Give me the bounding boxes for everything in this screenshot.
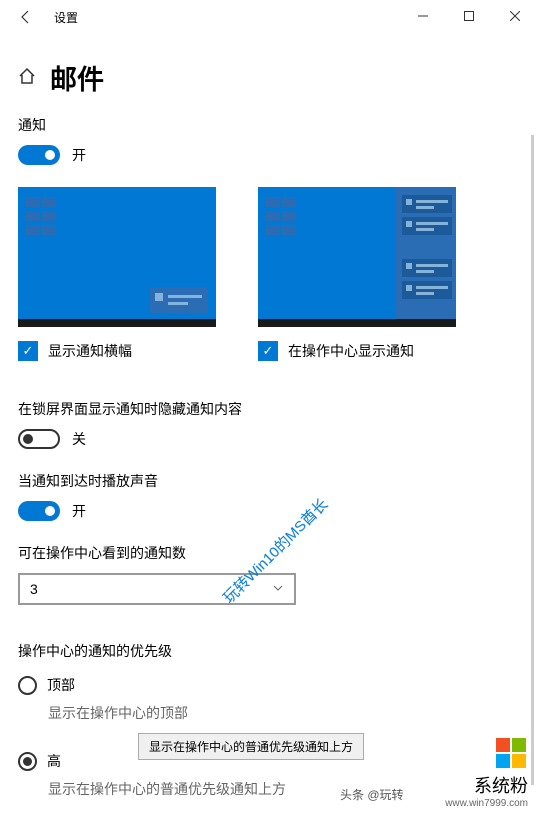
brand-footer: 系统粉 www.win7999.com [445,738,528,809]
show-action-center-label: 在操作中心显示通知 [288,341,414,361]
preview-thumbnails [18,187,520,327]
brand-text: 系统粉 [445,772,528,798]
check-icon: ✓ [263,343,274,359]
minimize-button[interactable] [400,0,446,32]
show-banner-label: 显示通知横幅 [48,341,132,361]
banner-preview[interactable] [18,187,216,327]
titlebar: 设置 [0,0,538,34]
notifications-toggle-row: 开 [18,145,520,165]
action-center-preview[interactable] [258,187,456,327]
brand-logo-icon [496,738,528,768]
notifications-label: 通知 [18,115,520,135]
sound-toggle[interactable] [18,501,60,521]
content-area: 邮件 通知 开 [0,34,538,819]
count-label: 可在操作中心看到的通知数 [18,543,520,563]
window-controls [400,0,538,32]
maximize-button[interactable] [446,0,492,32]
lockscreen-toggle-row: 关 [18,429,520,449]
scrollbar[interactable] [531,135,534,785]
back-button[interactable] [10,1,42,33]
priority-high-label: 高 [47,751,61,771]
checkbox-row: ✓ 显示通知横幅 ✓ 在操作中心显示通知 [18,341,520,361]
priority-label: 操作中心的通知的优先级 [18,641,520,661]
home-icon[interactable] [18,67,36,88]
notifications-toggle-value: 开 [72,145,86,165]
show-banner-checkbox[interactable]: ✓ 显示通知横幅 [18,341,216,361]
notifications-toggle[interactable] [18,145,60,165]
tail-text: 头条 @玩转 [340,786,404,803]
chevron-down-icon [272,581,284,597]
sound-toggle-value: 开 [72,501,86,521]
priority-top: 顶部 显示在操作中心的顶部 [18,675,520,723]
page-header: 邮件 [18,58,520,97]
page-title: 邮件 [50,58,104,97]
priority-top-desc: 显示在操作中心的顶部 [48,703,520,723]
lockscreen-toggle-value: 关 [72,429,86,449]
count-value: 3 [30,581,38,597]
priority-top-radio[interactable]: 顶部 [18,675,520,695]
lockscreen-label: 在锁屏界面显示通知时隐藏通知内容 [18,399,520,419]
priority-top-label: 顶部 [47,675,75,695]
sound-toggle-row: 开 [18,501,520,521]
lockscreen-toggle[interactable] [18,429,60,449]
window-title: 设置 [54,9,78,26]
close-button[interactable] [492,0,538,32]
check-icon: ✓ [23,343,34,359]
show-action-center-checkbox[interactable]: ✓ 在操作中心显示通知 [258,341,456,361]
brand-url: www.win7999.com [445,798,528,809]
priority-tooltip: 显示在操作中心的普通优先级通知上方 [138,733,364,760]
sound-label: 当通知到达时播放声音 [18,471,520,491]
count-dropdown[interactable]: 3 [18,573,296,605]
